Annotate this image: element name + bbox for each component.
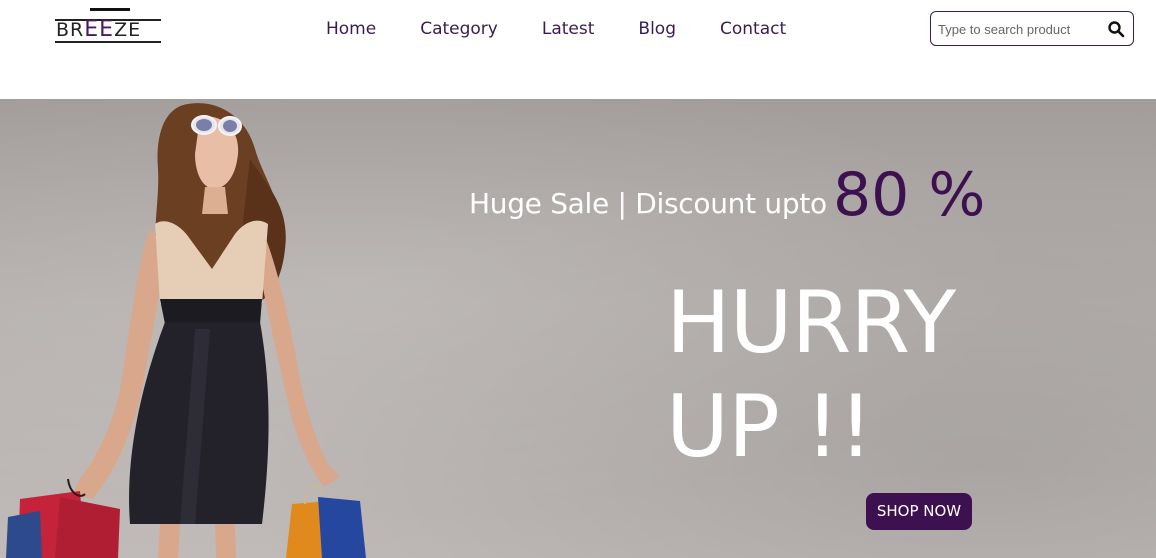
search-box — [930, 11, 1134, 46]
logo-text-mid: EE — [84, 17, 115, 42]
hero-headline: HURRY UP !! — [666, 271, 956, 479]
search-icon[interactable] — [1107, 20, 1125, 38]
logo-text-left: BR — [56, 19, 85, 41]
hero-banner: Huge Sale | Discount upto 80 % HURRY UP … — [0, 99, 1156, 558]
shop-now-button[interactable]: SHOP NOW — [866, 493, 972, 530]
headline-line-1: HURRY — [666, 273, 956, 373]
nav-item-blog[interactable]: Blog — [638, 18, 676, 40]
main-nav: Home Category Latest Blog Contact — [326, 18, 786, 40]
nav-item-latest[interactable]: Latest — [542, 18, 595, 40]
nav-item-contact[interactable]: Contact — [720, 18, 786, 40]
logo-text-right: ZE — [114, 19, 142, 41]
brand-logo[interactable]: BREEZE — [55, 8, 163, 44]
nav-item-home[interactable]: Home — [326, 18, 376, 40]
logo-accent-bar — [90, 8, 130, 11]
site-header: BREEZE Home Category Latest Blog Contact — [0, 0, 1156, 99]
headline-line-2: UP !! — [666, 377, 873, 477]
discount-percent: 80 % — [833, 160, 986, 230]
sale-announcement: Huge Sale | Discount upto 80 % — [469, 163, 989, 227]
woman-with-shopping-bags-photo — [6, 103, 366, 558]
sale-text: Huge Sale | Discount upto — [469, 187, 827, 220]
nav-item-category[interactable]: Category — [420, 18, 498, 40]
logo-bottom-rule — [55, 41, 161, 43]
logo-wordmark: BREEZE — [56, 17, 142, 42]
search-input[interactable] — [938, 20, 1103, 38]
